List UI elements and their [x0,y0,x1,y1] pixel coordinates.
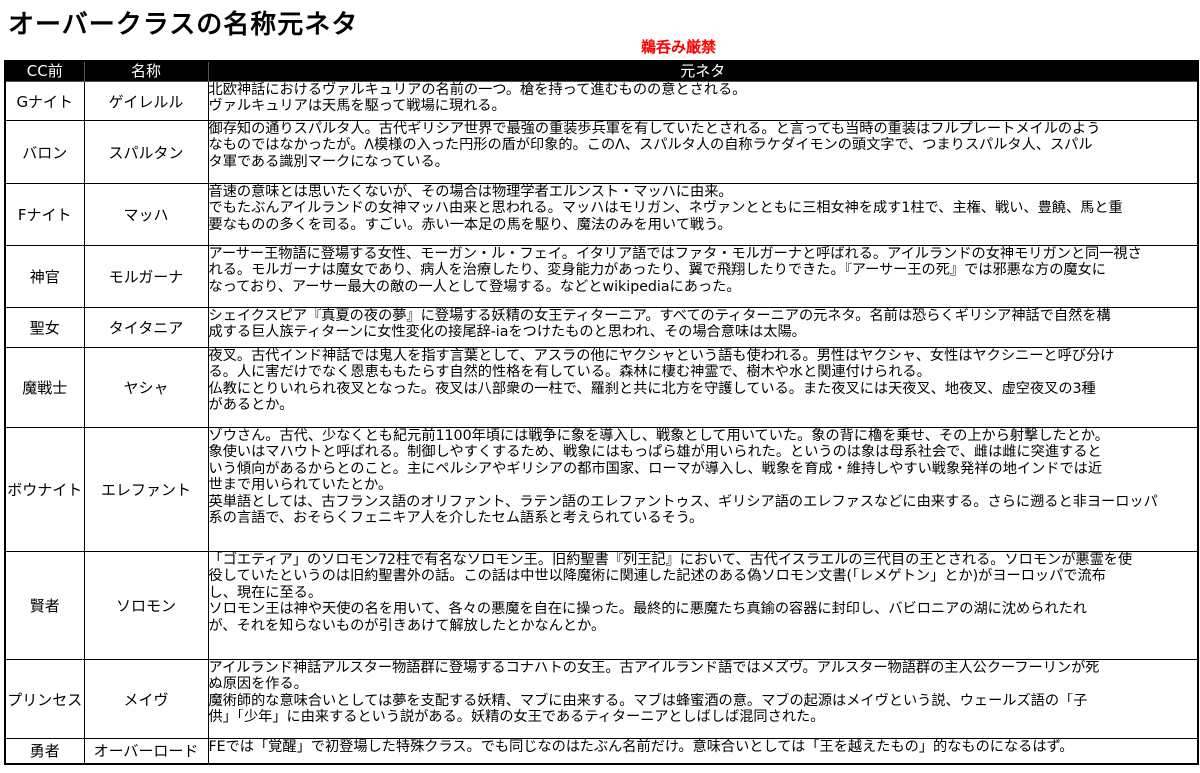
table-body: Gナイト ゲイレルル 北欧神話におけるヴァルキュリアの名前の一つ。槍を持って進むもの… [4,81,1199,764]
cell-source-description: 北欧神話におけるヴァルキュリアの名前の一つ。槍を持って進むものの意とされる。 ヴァ… [207,81,1199,121]
table-row: Gナイト ゲイレルル 北欧神話におけるヴァルキュリアの名前の一つ。槍を持って進むもの… [4,81,1199,121]
description-line: 音速の意味とは思いたくないが、その場合は物理学者エルンスト・マッハに由来。 [208,184,733,201]
cell-cc-before: 魔戦士 [4,347,85,428]
header-cc: CC前 [4,60,85,82]
cell-class-name: ヤシャ [83,347,209,428]
cell-cc-before: プリンセス [4,659,85,739]
cell-class-name: エレファント [83,427,209,552]
description-line: 役していたというのは旧約聖書外の話。この話は中世以降魔術に関連した記述のある偽ソ… [208,568,1106,585]
cell-class-name: オーバーロード [83,738,209,764]
table-row: 魔戦士 ヤシャ 夜叉。古代インド神話では鬼人を指す言葉として、アスラの他にヤクシャと… [4,347,1199,428]
cell-cc-before: 神官 [4,245,85,308]
description-line: 夜叉。古代インド神話では鬼人を指す言葉として、アスラの他にヤクシャという語も使わ… [208,348,1115,365]
cell-source-description: ゾウさん。古代、少なくとも紀元前1100年頃には戦争に象を導入し、戦象として用い… [207,427,1199,552]
table-row: プリンセス メイヴ アイルランド神話アルスター物語群に登場するコナハトの女王。古アイ… [4,659,1199,739]
description-line: し、現在に至る。 [208,584,323,601]
table-row: 神官 モルガーナ アーサー王物語に登場する女性、モーガン・ル・フェイ。イタリア語では… [4,245,1199,308]
table-row: 聖女 タイタニア シェイクスピア『真夏の夜の夢』に登場する妖精の女王ティターニア。す… [4,307,1199,348]
description-line: 供」「少年」に由来するという説がある。妖精の女王であるティターニアとしばしば混同… [208,709,825,726]
cell-source-description: 音速の意味とは思いたくないが、その場合は物理学者エルンスト・マッハに由来。 でもた… [207,183,1199,246]
warning-note: 鵜呑み厳禁 [641,38,717,56]
origins-table: CC前 名称 元ネタ Gナイト ゲイレルル 北欧神話におけるヴァルキュリアの名前の一… [4,60,1199,765]
description-line: シェイクスピア『真夏の夜の夢』に登場する妖精の女王ティターニア。すべてのティター… [208,308,1111,325]
description-line: 北欧神話におけるヴァルキュリアの名前の一つ。槍を持って進むものの意とされる。 [208,82,747,99]
table-row: 賢者 ソロモン 「ゴエティア」のソロモン72柱で有名なソロモン王。旧約聖書『列王記』… [4,551,1199,660]
description-line: なっており、アーサー最大の敵の一人として登場する。などとwikipediaにあっ… [208,278,741,295]
description-line: アーサー王物語に登場する女性、モーガン・ル・フェイ。イタリア語ではファタ・モルガ… [208,246,1142,263]
cell-cc-before: 聖女 [4,307,85,348]
description-line: があるとか。 [208,397,294,414]
description-line: でもたぶんアイルランドの女神マッハ由来と思われる。マッハはモリガン、ネヴァンとと… [208,200,1123,217]
description-line: FEでは「覚醒」で初登場した特殊クラス。でも同じなのはたぶん名前だけ。意味合いと… [208,739,1074,756]
cell-class-name: ソロモン [83,551,209,660]
cell-source-description: FEでは「覚醒」で初登場した特殊クラス。でも同じなのはたぶん名前だけ。意味合いと… [207,738,1199,764]
cell-cc-before: 賢者 [4,551,85,660]
cell-source-description: 御存知の通りスパルタ人。古代ギリシア世界で最強の重装歩兵軍を有していたとされる。… [207,120,1199,184]
table-header-row: CC前 名称 元ネタ [4,60,1199,82]
description-line: なものではなかったが。Λ模様の入った円形の盾が印象的。このΛ、スパルタ人の自称ラ… [208,137,1093,154]
cell-source-description: 夜叉。古代インド神話では鬼人を指す言葉として、アスラの他にヤクシャという語も使わ… [207,347,1199,428]
table-row: 勇者 オーバーロード FEでは「覚醒」で初登場した特殊クラス。でも同じなのはたぶん名… [4,738,1199,764]
description-line: タ軍である識別マークになっている。 [208,153,449,170]
description-line: ゾウさん。古代、少なくとも紀元前1100年頃には戦争に象を導入し、戦象として用い… [208,428,1109,445]
cell-cc-before: ボウナイト [4,427,85,552]
header-name: 名称 [83,60,209,82]
description-line: 英単語としては、古フランス語のオリファント、ラテン語のエレファントゥス、ギリシア… [208,493,1158,510]
cell-source-description: アイルランド神話アルスター物語群に登場するコナハトの女王。古アイルランド語ではメ… [207,659,1199,739]
description-line: アイルランド神話アルスター物語群に登場するコナハトの女王。古アイルランド語ではメ… [208,660,1100,677]
cell-class-name: マッハ [83,183,209,246]
description-line: 魔術師的な意味合いとしては夢を支配する妖精、マブに由来する。マブは蜂蜜酒の意。マ… [208,692,1088,709]
description-line: ヴァルキュリアは天馬を駆って戦場に現れる。 [208,98,506,115]
page-title: オーバークラスの名称元ネタ [8,10,359,40]
header-source: 元ネタ [207,60,1199,82]
description-line: 世まで用いられていたとか。 [208,477,393,494]
description-line: いう傾向があるからとのこと。主にペルシアやギリシアの都市国家、ローマが導入し、戦… [208,460,1103,477]
cell-source-description: シェイクスピア『真夏の夜の夢』に登場する妖精の女王ティターニア。すべてのティター… [207,307,1199,348]
description-line: 「ゴエティア」のソロモン72柱で有名なソロモン王。旧約聖書『列王記』において、古… [208,552,1133,569]
description-line: 御存知の通りスパルタ人。古代ギリシア世界で最強の重装歩兵軍を有していたとされる。… [208,121,1101,138]
cell-class-name: スパルタン [83,120,209,184]
cell-source-description: 「ゴエティア」のソロモン72柱で有名なソロモン王。旧約聖書『列王記』において、古… [207,551,1199,660]
table-row: Fナイト マッハ 音速の意味とは思いたくないが、その場合は物理学者エルンスト・マッハ… [4,183,1199,246]
description-line: 仏教にとりいれられ夜叉となった。夜叉は八部衆の一柱で、羅刹と共に北方を守護してい… [208,380,1096,397]
spreadsheet-page: オーバークラスの名称元ネタ 鵜呑み厳禁 CC前 名称 元ネタ Gナイト ゲイレルル… [0,0,1200,773]
cell-class-name: モルガーナ [83,245,209,308]
description-line: る。人に害だけでなく恩恵ももたらす自然的性格を有している。森林に棲む神霊で、樹木… [208,364,931,381]
description-line: 要なものの多くを司る。すごい。赤い一本足の馬を駆り、魔法のみを用いて戦う。 [208,216,732,233]
cell-class-name: メイヴ [83,659,209,739]
cell-cc-before: Fナイト [4,183,85,246]
cell-cc-before: Gナイト [4,81,85,121]
cell-cc-before: 勇者 [4,738,85,764]
table-row: ボウナイト エレファント ゾウさん。古代、少なくとも紀元前1100年頃には戦争に象を… [4,427,1199,552]
description-line: 象使いはマハウトと呼ばれる。制御しやすくするため、戦象にはもっぱら雄が用いられた… [208,444,1102,461]
cell-class-name: タイタニア [83,307,209,348]
description-line: が、それを知らないものが引きあけて解放したとかなんとか。 [208,617,606,634]
description-line: 系の言語で、おそらくフェニキア人を介したセム語系と考えられているそう。 [208,510,704,527]
description-line: ぬ原因を作る。 [208,676,308,693]
cell-class-name: ゲイレルル [83,81,209,121]
description-line: れる。モルガーナは魔女であり、病人を治療したり、変身能力があったり、翼で飛翔した… [208,262,1106,279]
table-row: バロン スパルタン 御存知の通りスパルタ人。古代ギリシア世界で最強の重装歩兵軍を有し… [4,120,1199,184]
cell-source-description: アーサー王物語に登場する女性、モーガン・ル・フェイ。イタリア語ではファタ・モルガ… [207,245,1199,308]
description-line: 成する巨人族ティターンに女性変化の接尾辞-iaをつけたものと思われ、その場合意味… [208,324,806,341]
description-line: ソロモン王は神や天使の名を用いて、各々の悪魔を自在に操った。最終的に悪魔たち真鍮… [208,601,1087,618]
cell-cc-before: バロン [4,120,85,184]
